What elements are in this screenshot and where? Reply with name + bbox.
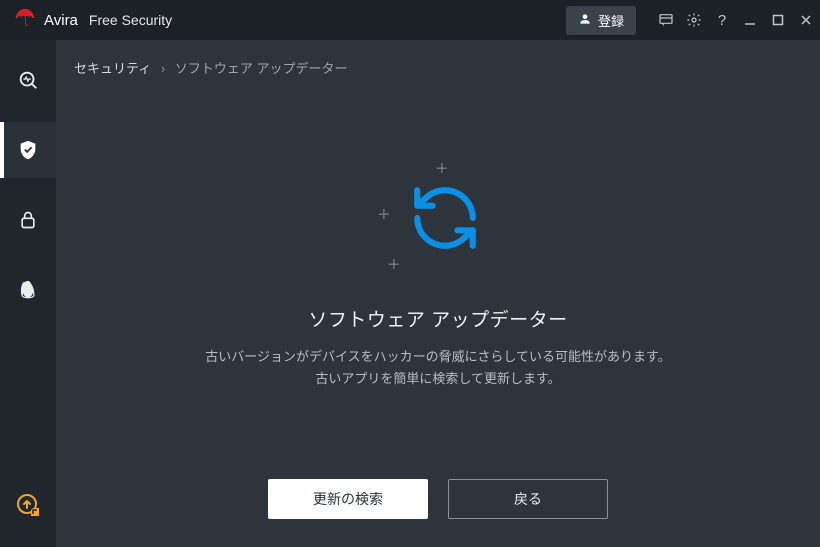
settings-icon[interactable] bbox=[680, 0, 708, 40]
brand-name: Avira bbox=[44, 12, 78, 29]
help-icon[interactable]: ? bbox=[708, 0, 736, 40]
footer-actions: 更新の検索 戻る bbox=[56, 479, 820, 547]
breadcrumb-current: ソフトウェア アップデーター bbox=[175, 61, 348, 76]
feedback-icon[interactable] bbox=[652, 0, 680, 40]
avira-umbrella-icon bbox=[14, 7, 36, 34]
breadcrumb-root[interactable]: セキュリティ bbox=[74, 61, 151, 76]
app-window: Avira Free Security 登録 bbox=[0, 0, 820, 547]
desc-line-1: 古いバージョンがデバイスをハッカーの脅威にさらしている可能性があります。 bbox=[205, 346, 670, 368]
sidebar-item-security[interactable] bbox=[0, 122, 56, 178]
sync-icon bbox=[408, 181, 482, 260]
brand-logo: Avira Free Security bbox=[14, 7, 172, 34]
user-icon bbox=[578, 12, 592, 29]
back-button[interactable]: 戻る bbox=[448, 479, 608, 519]
titlebar-right: 登録 ? bbox=[566, 0, 820, 40]
scan-updates-button[interactable]: 更新の検索 bbox=[268, 479, 428, 519]
sidebar-item-upgrade[interactable] bbox=[0, 477, 56, 533]
chevron-right-icon: › bbox=[161, 61, 165, 76]
page-title: ソフトウェア アップデーター bbox=[308, 305, 567, 332]
sparkle-icon: + bbox=[378, 205, 390, 225]
sidebar bbox=[0, 40, 56, 547]
updater-hero-icon: + + + bbox=[378, 163, 498, 283]
app-body: セキュリティ › ソフトウェア アップデーター + + + bbox=[0, 40, 820, 547]
content-area: + + + ソフトウェア アップデーター 古いバージョンがデバイスをハ bbox=[56, 77, 820, 479]
register-button[interactable]: 登録 bbox=[566, 6, 636, 35]
sidebar-item-privacy[interactable] bbox=[0, 192, 56, 248]
desc-line-2: 古いアプリを簡単に検索して更新します。 bbox=[205, 368, 670, 390]
main-panel: セキュリティ › ソフトウェア アップデーター + + + bbox=[56, 40, 820, 547]
maximize-icon[interactable] bbox=[764, 0, 792, 40]
minimize-icon[interactable] bbox=[736, 0, 764, 40]
close-icon[interactable] bbox=[792, 0, 820, 40]
sidebar-item-performance[interactable] bbox=[0, 262, 56, 318]
sidebar-bottom bbox=[0, 477, 56, 533]
page-description: 古いバージョンがデバイスをハッカーの脅威にさらしている可能性があります。 古いア… bbox=[205, 346, 670, 390]
window-controls: ? bbox=[652, 0, 820, 40]
register-label: 登録 bbox=[598, 11, 624, 30]
breadcrumb: セキュリティ › ソフトウェア アップデーター bbox=[56, 40, 820, 77]
product-name: Free Security bbox=[89, 12, 172, 28]
titlebar: Avira Free Security 登録 bbox=[0, 0, 820, 40]
sparkle-icon: + bbox=[388, 255, 400, 275]
sparkle-icon: + bbox=[436, 159, 448, 179]
sidebar-item-status[interactable] bbox=[0, 52, 56, 108]
